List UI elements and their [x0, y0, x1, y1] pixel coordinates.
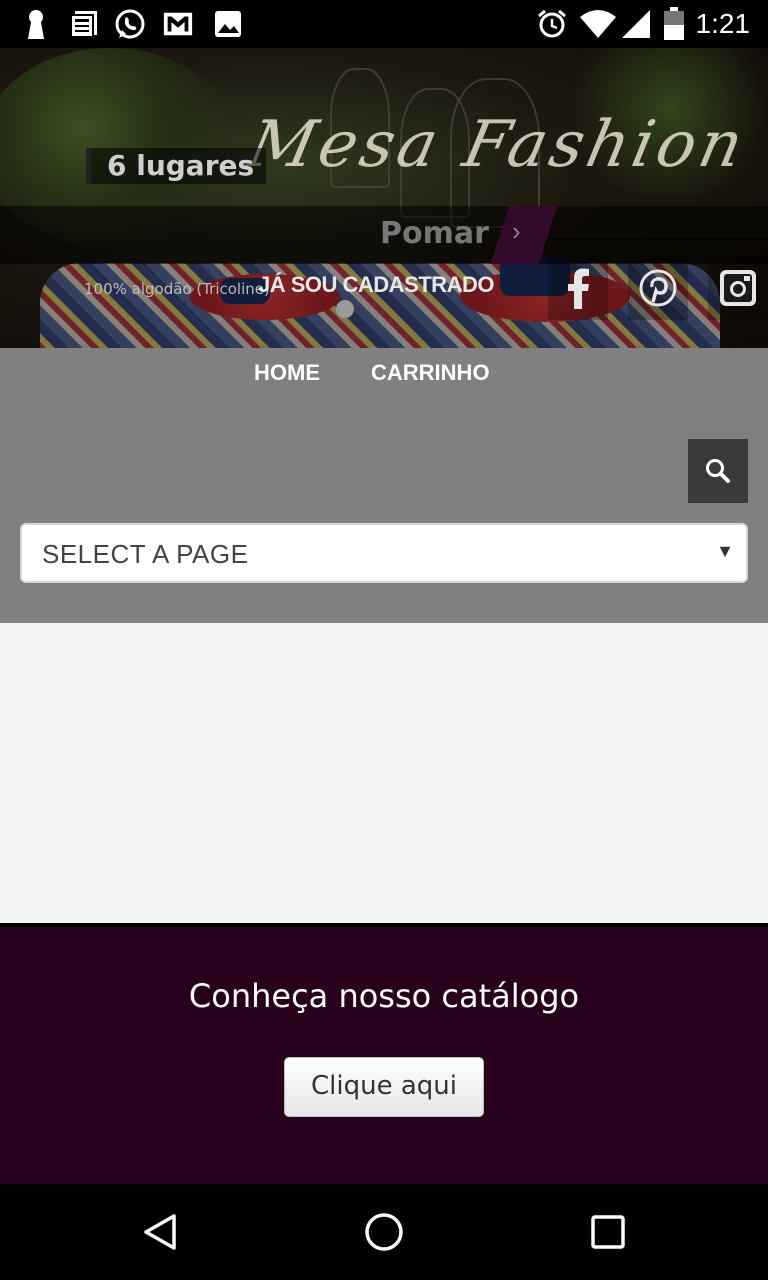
search-icon	[706, 459, 730, 483]
keyhole-icon	[20, 8, 52, 40]
image-icon	[212, 8, 244, 40]
catalog-section: Conheça nosso catálogo Clique aqui	[0, 927, 768, 1184]
back-icon[interactable]	[136, 1208, 184, 1256]
slide-tag: 6 lugares	[86, 148, 267, 184]
slide-subtitle: 100% algodão (Tricoline)	[84, 280, 270, 298]
slider-dot[interactable]	[336, 300, 354, 318]
page-select-label: SELECT A PAGE	[42, 539, 249, 569]
alarm-icon	[536, 8, 568, 40]
pinterest-icon[interactable]	[628, 256, 688, 320]
clock: 1:21	[695, 8, 751, 39]
catalog-button[interactable]: Clique aqui	[284, 1057, 484, 1117]
login-link[interactable]: JÁ SOU CADASTRADO	[258, 272, 494, 298]
site-logo[interactable]: Mesa Fashion	[242, 108, 753, 182]
search-button[interactable]	[688, 439, 748, 503]
nav-home-link[interactable]: HOME	[254, 360, 320, 386]
content-area	[0, 623, 768, 923]
gmail-icon	[162, 8, 194, 40]
hero-slider[interactable]: Mesa Fashion 6 lugares Pomar › 100% algo…	[0, 48, 768, 348]
battery-icon	[660, 7, 688, 40]
divider	[548, 238, 768, 240]
page-select[interactable]: SELECT A PAGE ▼	[20, 523, 748, 583]
recents-icon[interactable]	[584, 1208, 632, 1256]
signal-icon	[618, 8, 654, 40]
main-nav: HOME CARRINHO SELECT A PAGE ▼	[0, 348, 768, 623]
news-icon	[68, 8, 100, 40]
nav-cart-link[interactable]: CARRINHO	[371, 360, 490, 386]
facebook-icon[interactable]	[548, 256, 608, 320]
wifi-icon	[578, 8, 618, 40]
status-bar: 1:21	[0, 0, 768, 48]
slide-next-arrow[interactable]: ›	[512, 216, 521, 247]
instagram-icon[interactable]	[708, 256, 768, 320]
slide-title[interactable]: Pomar	[380, 216, 489, 251]
catalog-title: Conheça nosso catálogo	[188, 977, 580, 1015]
home-icon[interactable]	[360, 1208, 408, 1256]
system-nav-bar	[0, 1184, 768, 1280]
whatsapp-icon	[114, 8, 146, 40]
chevron-down-icon: ▼	[716, 541, 734, 561]
